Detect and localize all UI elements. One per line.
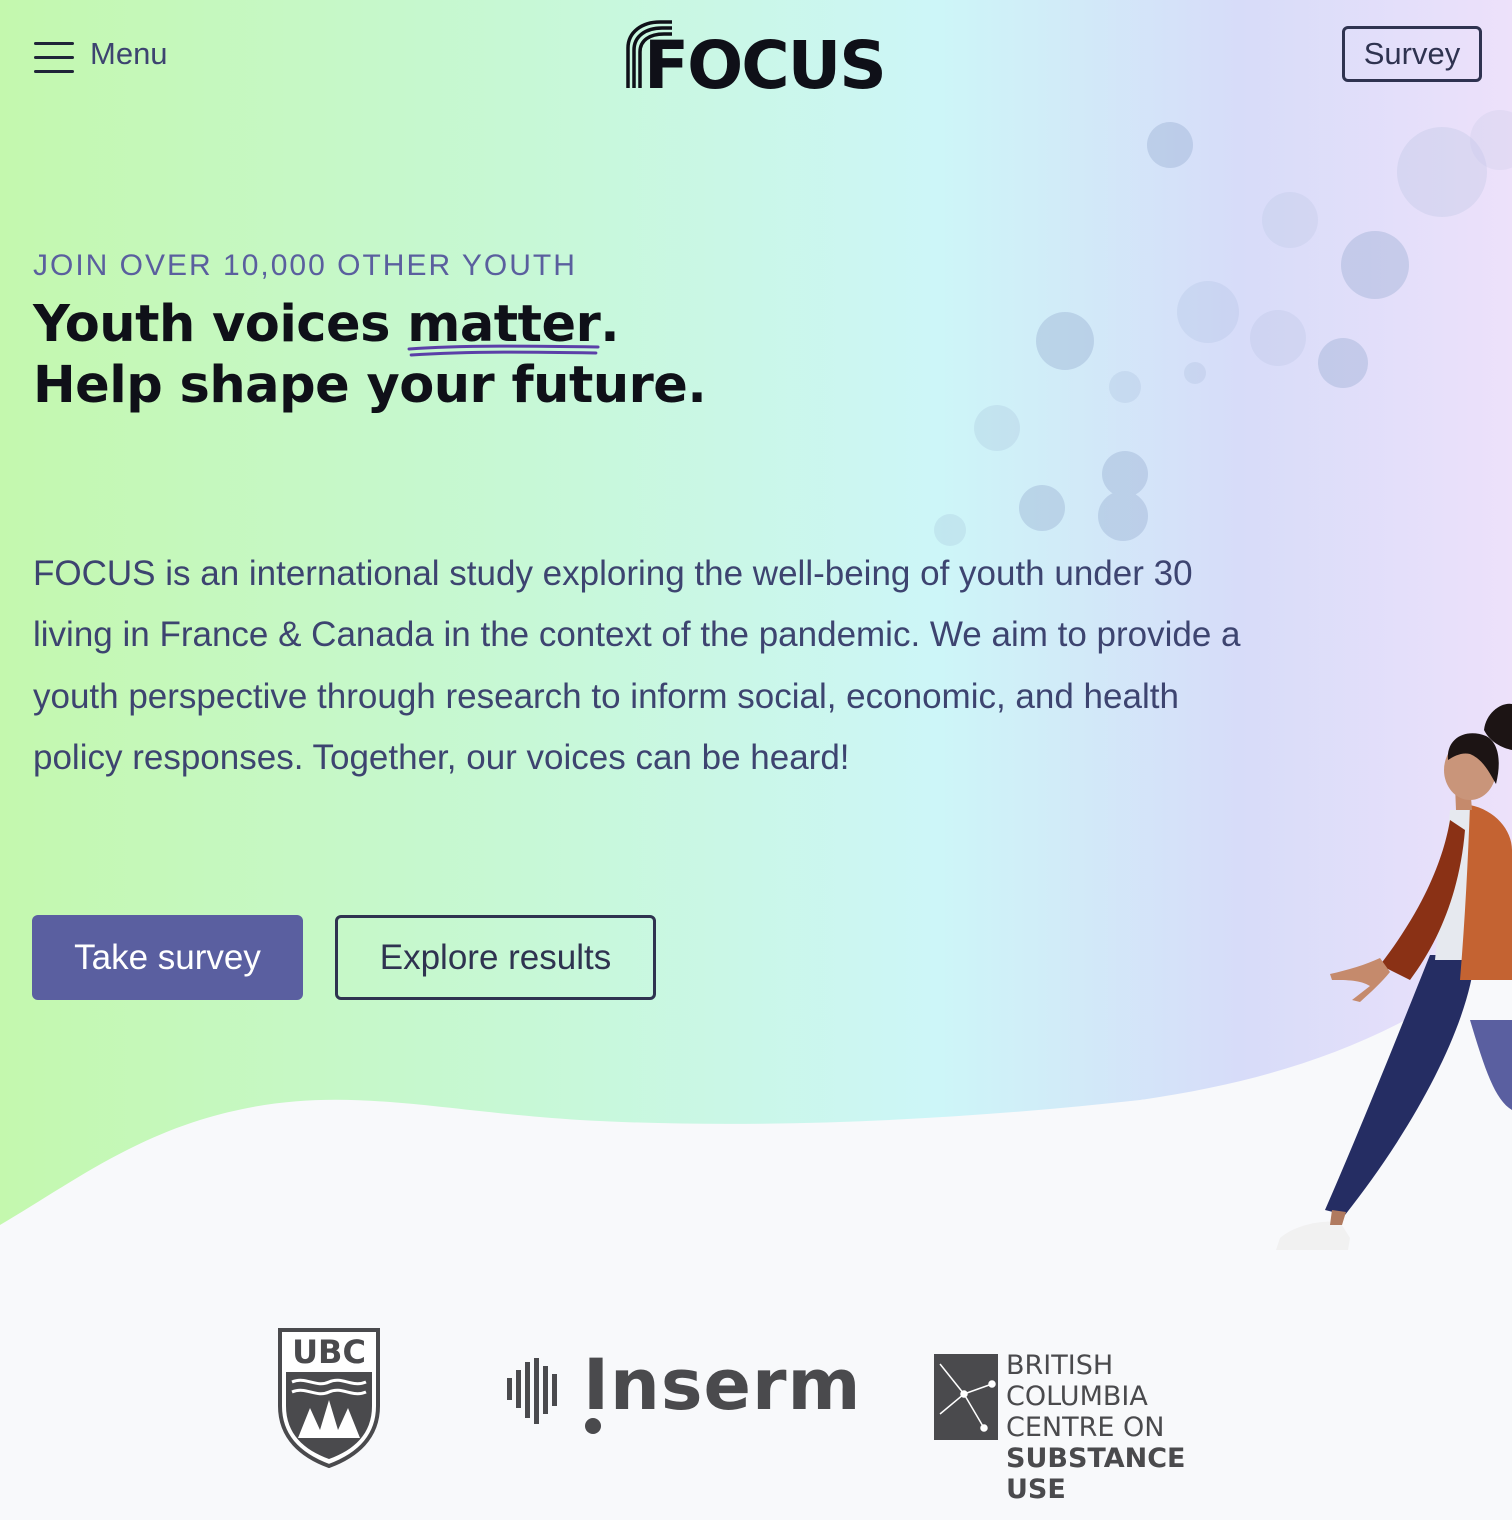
explore-results-button[interactable]: Explore results bbox=[335, 915, 656, 1000]
headline-period: . bbox=[600, 295, 620, 354]
hero-eyebrow: JOIN OVER 10,000 OTHER YOUTH bbox=[33, 249, 577, 282]
bccsu-logo: BRITISH COLUMBIA CENTRE ON SUBSTANCE USE bbox=[934, 1350, 1244, 1505]
walking-person-illustration bbox=[1276, 703, 1512, 1250]
menu-button[interactable]: Menu bbox=[34, 36, 168, 73]
hero-headline: Youth voices matter. Help shape your fut… bbox=[33, 294, 707, 416]
take-survey-label: Take survey bbox=[74, 937, 261, 977]
ubc-logo: UBC bbox=[278, 1328, 380, 1468]
inserm-text: Inserm bbox=[583, 1344, 862, 1426]
bccsu-line-3: SUBSTANCE USE bbox=[1006, 1443, 1186, 1505]
inserm-bars-icon bbox=[507, 1358, 557, 1424]
bccsu-line-2: CENTRE ON bbox=[1006, 1412, 1165, 1443]
logo-text: FOCUS bbox=[644, 27, 885, 98]
explore-results-label: Explore results bbox=[379, 937, 612, 977]
inserm-dot-icon bbox=[585, 1418, 601, 1434]
hamburger-icon bbox=[34, 38, 76, 73]
underline-scribble bbox=[407, 344, 600, 357]
menu-label: Menu bbox=[90, 36, 168, 71]
headline-text: Youth voices bbox=[33, 295, 408, 354]
ubc-text: UBC bbox=[292, 1333, 366, 1371]
survey-button-label: Survey bbox=[1363, 36, 1461, 71]
headline-highlight: matter bbox=[407, 294, 601, 357]
bccsu-line-1: BRITISH COLUMBIA bbox=[1006, 1350, 1148, 1412]
headline-line-1: Youth voices matter. bbox=[33, 294, 706, 357]
survey-button[interactable]: Survey bbox=[1342, 26, 1482, 82]
inserm-logo: Inserm bbox=[505, 1344, 860, 1440]
headline-line-2: Help shape your future. bbox=[33, 356, 707, 415]
bccsu-network-icon bbox=[934, 1354, 998, 1440]
hero-description: FOCUS is an international study explorin… bbox=[33, 554, 1241, 777]
focus-logo[interactable]: FOCUS bbox=[620, 18, 890, 98]
bccsu-text: BRITISH COLUMBIA CENTRE ON SUBSTANCE USE bbox=[1006, 1350, 1244, 1505]
take-survey-button[interactable]: Take survey bbox=[32, 915, 303, 1000]
site-header: Menu FOCUS Survey bbox=[0, 0, 1512, 120]
